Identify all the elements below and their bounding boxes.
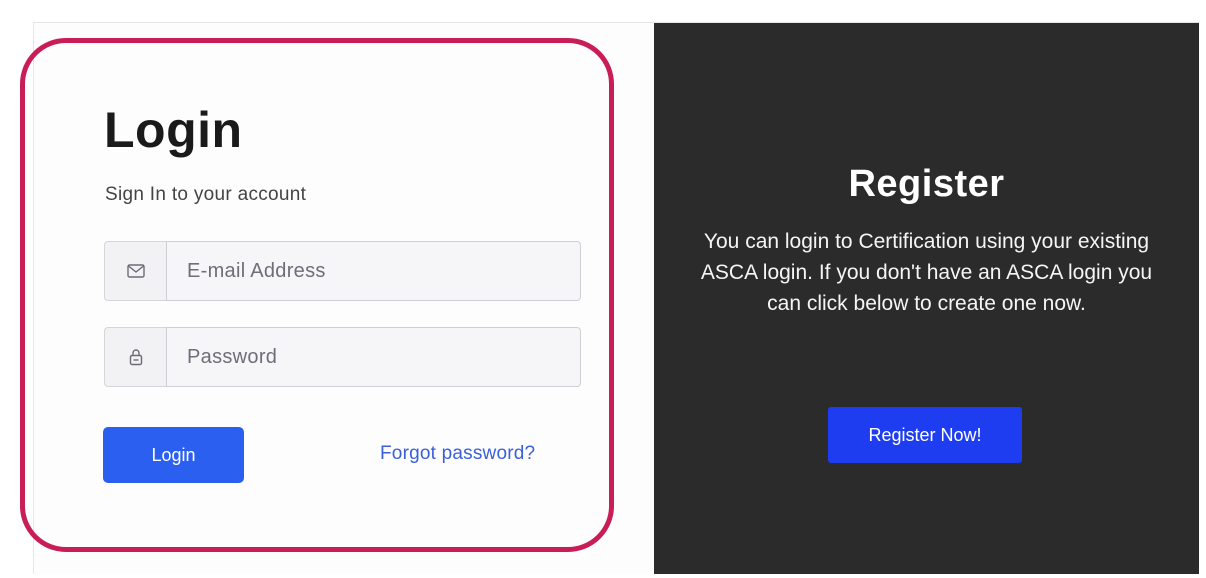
envelope-icon (104, 241, 166, 301)
register-description: You can login to Certification using you… (700, 230, 1153, 315)
forgot-password-link[interactable]: Forgot password? (380, 441, 535, 467)
login-subtitle: Sign In to your account (105, 184, 307, 205)
register-card: Register You can login to Certification … (654, 23, 1199, 574)
password-field[interactable] (166, 327, 581, 387)
page: Login Sign In to your account Login Forg… (0, 0, 1206, 578)
login-button[interactable]: Login (103, 427, 244, 483)
login-title: Login (104, 102, 243, 158)
email-field[interactable] (166, 241, 581, 301)
register-title: Register (848, 163, 1005, 205)
email-input-group (104, 241, 581, 301)
lock-icon (104, 327, 166, 387)
register-now-button[interactable]: Register Now! (828, 407, 1022, 463)
password-input-group (104, 327, 581, 387)
